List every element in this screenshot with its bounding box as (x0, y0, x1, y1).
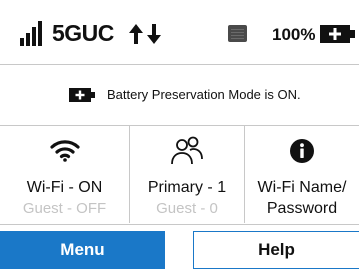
wifi-name-label: Wi-Fi Name/ (257, 179, 347, 196)
menu-button[interactable]: Menu (0, 231, 165, 269)
wifi-status: Wi-Fi - ON (26, 179, 103, 196)
battery-preservation-banner: Battery Preservation Mode is ON. (0, 66, 359, 124)
sim-card-icon (228, 25, 247, 42)
connected-devices-tile[interactable]: Primary - 1 Guest - 0 (130, 126, 244, 223)
signal-bars-icon (20, 20, 46, 46)
wifi-tile[interactable]: Wi-Fi - ON Guest - OFF (0, 126, 129, 223)
guest-devices-count: Guest - 0 (156, 200, 218, 217)
primary-devices-count: Primary - 1 (147, 179, 227, 196)
divider (129, 126, 130, 223)
wifi-icon (49, 140, 80, 162)
status-tiles: Wi-Fi - ON Guest - OFF Primary - 1 Guest… (0, 126, 359, 223)
wifi-name-password-tile[interactable]: Wi-Fi Name/ Password (245, 126, 359, 223)
guest-wifi-status: Guest - OFF (22, 200, 107, 217)
divider (0, 224, 359, 225)
divider (0, 64, 359, 65)
divider (244, 126, 245, 223)
banner-text: Battery Preservation Mode is ON. (107, 87, 301, 102)
users-icon (171, 136, 203, 165)
help-button[interactable]: Help (193, 231, 359, 269)
status-bar: 5GUC 100% (0, 0, 359, 64)
data-transfer-arrows-icon (129, 24, 161, 44)
battery-charging-icon (69, 88, 95, 102)
password-label: Password (266, 200, 338, 217)
network-type-label: 5GUC (52, 20, 114, 46)
info-icon (290, 139, 314, 163)
battery-percent: 100% (272, 25, 316, 44)
battery-charging-icon (320, 25, 355, 43)
